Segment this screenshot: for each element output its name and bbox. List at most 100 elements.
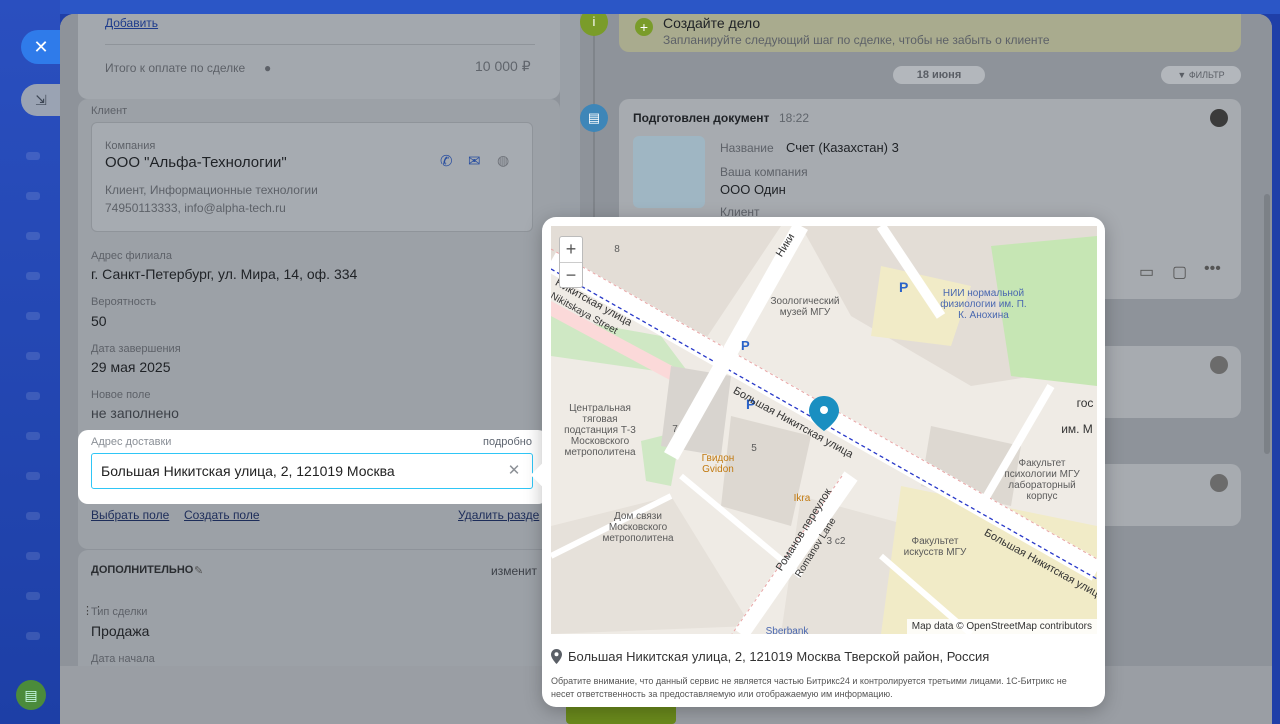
- phone-icon[interactable]: ✆: [440, 152, 453, 170]
- rail-item[interactable]: [26, 552, 40, 560]
- client-section-title: Клиент: [91, 105, 128, 117]
- document-icon: ▤: [580, 104, 608, 132]
- new-field-value: не заполнено: [91, 405, 179, 421]
- probability-value: 50: [91, 313, 107, 329]
- info-icon: i: [580, 14, 608, 36]
- printer-icon[interactable]: ▤: [16, 680, 46, 710]
- choose-field-link[interactable]: Выбрать поле: [91, 508, 169, 522]
- branch-value: г. Санкт-Петербург, ул. Мира, 14, оф. 33…: [91, 266, 358, 282]
- company-label: Компания: [105, 140, 156, 152]
- close-icon: ✕: [33, 36, 49, 57]
- map-disclaimer: Обратите внимание, что данный сервис не …: [551, 676, 1067, 699]
- deal-type-label: Тип сделки: [91, 606, 148, 618]
- probability-label: Вероятность: [91, 296, 157, 308]
- name-label: Название: [720, 141, 774, 155]
- map-label-ikra: Ikra: [793, 493, 811, 504]
- company-type: Клиент, Информационные технологии: [105, 183, 318, 197]
- filter-icon: ▼: [1177, 70, 1189, 80]
- avatar: [1210, 356, 1228, 374]
- help-icon[interactable]: ●: [264, 61, 271, 75]
- map-label-house: 8: [614, 244, 620, 255]
- map-label-central-substation: Центральная тяговая подстанция Т-3 Моско…: [564, 403, 636, 458]
- minimize-icon: ⇲: [35, 91, 47, 108]
- rail-item[interactable]: [26, 472, 40, 480]
- map-label-gvidon: Гвидон Gvidon: [701, 453, 735, 475]
- start-date-label: Дата начала: [91, 653, 155, 665]
- map-popup: P P P Никитская улица Nikitskaya Street …: [530, 217, 1105, 707]
- map-label-house: 5: [751, 443, 757, 454]
- clear-icon[interactable]: ✕: [506, 463, 522, 479]
- email-icon[interactable]: ✉: [468, 152, 481, 170]
- company-block: Компания ООО "Альфа-Технологии" Клиент, …: [91, 122, 533, 232]
- total-value: 10 000 ₽: [475, 58, 531, 74]
- name-value: Счет (Казахстан) 3: [786, 140, 899, 155]
- avatar: [1210, 474, 1228, 492]
- map-address: Большая Никитская улица, 2, 121019 Москв…: [551, 649, 989, 664]
- deal-fields-column: Добавить Итого к оплате по сделке ● 10 0…: [60, 14, 560, 724]
- rail-item[interactable]: [26, 352, 40, 360]
- left-rail: ✕ ⇲ ▤: [0, 0, 61, 724]
- rail-item[interactable]: [26, 312, 40, 320]
- scrollbar[interactable]: [1264, 194, 1270, 454]
- rail-item[interactable]: [26, 512, 40, 520]
- svg-text:P: P: [741, 338, 750, 353]
- new-field-label: Новое поле: [91, 389, 151, 401]
- divider: [105, 44, 535, 45]
- zoom-out-button[interactable]: −: [560, 262, 582, 287]
- company-contacts: 74950113333, info@alpha-tech.ru: [105, 201, 286, 215]
- map-label-partial: им. М: [1061, 422, 1093, 436]
- print-icon[interactable]: ▭: [1139, 262, 1154, 282]
- rail-item[interactable]: [26, 392, 40, 400]
- additional-card: ДОПОЛНИТЕЛЬНО ✎ изменит ⋮⋮ Тип сделки Пр…: [78, 550, 560, 680]
- rail-item[interactable]: [26, 432, 40, 440]
- minimize-slider-button[interactable]: ⇲: [21, 84, 61, 116]
- delivery-address-input[interactable]: Большая Никитская улица, 2, 121019 Москв…: [91, 453, 533, 489]
- map-label-partial: гос: [1076, 396, 1094, 410]
- rail-item[interactable]: [26, 592, 40, 600]
- rail-item[interactable]: [26, 192, 40, 200]
- map-view[interactable]: P P P Никитская улица Nikitskaya Street …: [551, 226, 1097, 634]
- add-product-link[interactable]: Добавить: [105, 16, 158, 30]
- products-card: Добавить Итого к оплате по сделке ● 10 0…: [78, 14, 560, 99]
- company-label: Ваша компания: [720, 165, 808, 179]
- rail-item[interactable]: [26, 272, 40, 280]
- delivery-address-value: Большая Никитская улица, 2, 121019 Москв…: [101, 463, 395, 479]
- add-todo-icon[interactable]: +: [635, 18, 653, 36]
- todo-card[interactable]: + Создайте дело Запланируйте следующий ш…: [619, 14, 1241, 52]
- map-label-house: 3 с2: [826, 536, 846, 547]
- map-label-arts: Факультет искусств МГУ: [903, 536, 967, 558]
- close-slider-button[interactable]: ✕: [21, 30, 61, 64]
- total-label: Итого к оплате по сделке: [105, 61, 246, 75]
- more-icon[interactable]: •••: [1204, 260, 1221, 278]
- chat-icon[interactable]: ◍: [497, 152, 509, 169]
- rail-item[interactable]: [26, 632, 40, 640]
- company-value: ООО Один: [720, 182, 786, 197]
- change-link[interactable]: изменит: [491, 564, 537, 578]
- filter-button[interactable]: ▼ ФИЛЬТР: [1161, 66, 1241, 84]
- map-label-dom-svyazi: Дом связи Московского метрополитена: [602, 511, 674, 544]
- create-field-link[interactable]: Создать поле: [184, 508, 260, 522]
- map-label-zoo-museum: Зоологический музей МГУ: [770, 296, 840, 318]
- avatar: [1210, 109, 1228, 127]
- map-attribution: Map data © OpenStreetMap contributors: [906, 619, 1097, 634]
- map-label-house: 7: [672, 424, 678, 435]
- edit-pencil-icon[interactable]: ✎: [194, 564, 203, 577]
- branch-label: Адрес филиала: [91, 250, 172, 262]
- company-name[interactable]: ООО "Альфа-Технологии": [105, 154, 287, 171]
- todo-hint: Запланируйте следующий шаг по сделке, чт…: [663, 33, 1050, 47]
- delete-section-link[interactable]: Удалить разде: [458, 508, 539, 522]
- zoom-in-button[interactable]: +: [560, 237, 582, 262]
- map-label-nii: НИИ нормальной физиологии им. П. К. Анох…: [940, 288, 1027, 321]
- zoom-control: + −: [559, 236, 583, 288]
- rail-item[interactable]: [26, 232, 40, 240]
- date-badge: 18 июня: [893, 66, 985, 84]
- document-preview-icon[interactable]: [633, 136, 705, 208]
- close-date-value: 29 мая 2025: [91, 359, 171, 375]
- rail-item[interactable]: [26, 152, 40, 160]
- additional-title: ДОПОЛНИТЕЛЬНО: [91, 564, 194, 576]
- deal-type-value: Продажа: [91, 623, 150, 639]
- note-icon[interactable]: ▢: [1172, 262, 1187, 282]
- location-marker-icon: [551, 649, 562, 664]
- details-link[interactable]: подробно: [483, 436, 532, 448]
- delivery-address-label: Адрес доставки: [91, 436, 172, 448]
